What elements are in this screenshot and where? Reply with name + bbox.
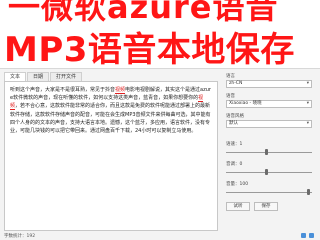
tts-app-window: 文本 日期 打开文件 听到这个声音，大家是不是很耳熟，常见于抖音视频电影电视剧解… [0, 68, 320, 240]
status-bar: 字数统计：192 [4, 233, 316, 240]
voice-label: 语音 [226, 94, 235, 99]
volume-label-text: 音量 [226, 182, 235, 187]
language-select[interactable]: zh-CN ▾ [226, 80, 312, 88]
editor-text-segment: ，若不合心意，这款软件能非常的适合你，而且这款是免费的软件呢能通过部署上的最新软… [10, 103, 211, 135]
tray-icons [301, 233, 314, 238]
tab-bar: 文本 日期 打开文件 [4, 72, 83, 81]
chevron-down-icon: ▾ [306, 121, 309, 126]
tab-open-file[interactable]: 打开文件 [50, 72, 83, 81]
settings-icon[interactable] [301, 233, 306, 238]
text-editor[interactable]: 听到这个声音，大家是不是很耳熟，常见于抖音视频电影电视剧解说，其实这个是通过az… [4, 81, 218, 231]
tab-date[interactable]: 日期 [27, 72, 50, 81]
slider-track [226, 171, 312, 173]
chevron-down-icon: ▾ [306, 81, 309, 86]
settings-panel: 语言 zh-CN ▾ 语音 Xiaoxiao - 晓晓 ▾ 语音风格 默认 ▾ … [224, 73, 316, 231]
language-label: 语言 [226, 74, 235, 79]
promo-banner: 一微软azure语音 MP3语音本地保存 [0, 0, 320, 68]
editor-highlight-word: 视频 [115, 87, 126, 94]
tab-text[interactable]: 文本 [4, 72, 27, 81]
rate-slider[interactable] [226, 149, 312, 155]
slider-track [226, 151, 312, 153]
language-select-value: zh-CN [229, 81, 243, 86]
slider-thumb[interactable] [265, 149, 268, 155]
pitch-slider[interactable] [226, 169, 312, 175]
voice-select[interactable]: Xiaoxiao - 晓晓 ▾ [226, 100, 312, 108]
editor-content: 听到这个声音，大家是不是很耳熟，常见于抖音视频电影电视剧解说，其实这个是通过az… [10, 86, 212, 135]
editor-text-segment: 听到这个声音，大家是不是很耳熟，常见于抖音 [10, 87, 116, 93]
volume-label: 音量：100 [226, 182, 249, 187]
volume-value: 100 [239, 182, 249, 187]
rate-label-text: 语速 [226, 142, 235, 147]
slider-track [226, 191, 312, 193]
pitch-label: 音调：0 [226, 162, 243, 167]
style-select[interactable]: 默认 ▾ [226, 120, 312, 128]
listen-button[interactable]: 试听 [226, 202, 250, 211]
pitch-label-text: 音调 [226, 162, 235, 167]
slider-thumb[interactable] [306, 189, 310, 195]
banner-title-main: MP3语音本地保存 [4, 30, 295, 68]
info-icon[interactable] [309, 233, 314, 238]
style-label: 语音风格 [226, 114, 244, 119]
volume-slider[interactable] [226, 189, 312, 195]
style-select-value: 默认 [229, 121, 238, 126]
voice-select-value: Xiaoxiao - 晓晓 [229, 101, 262, 106]
rate-value: 1 [239, 142, 243, 147]
save-button[interactable]: 保存 [254, 202, 278, 211]
char-count: 字数统计：192 [4, 234, 36, 239]
rate-label: 语速：1 [226, 142, 243, 147]
pitch-value: 0 [239, 162, 243, 167]
chevron-down-icon: ▾ [306, 101, 309, 106]
slider-thumb[interactable] [265, 169, 268, 175]
